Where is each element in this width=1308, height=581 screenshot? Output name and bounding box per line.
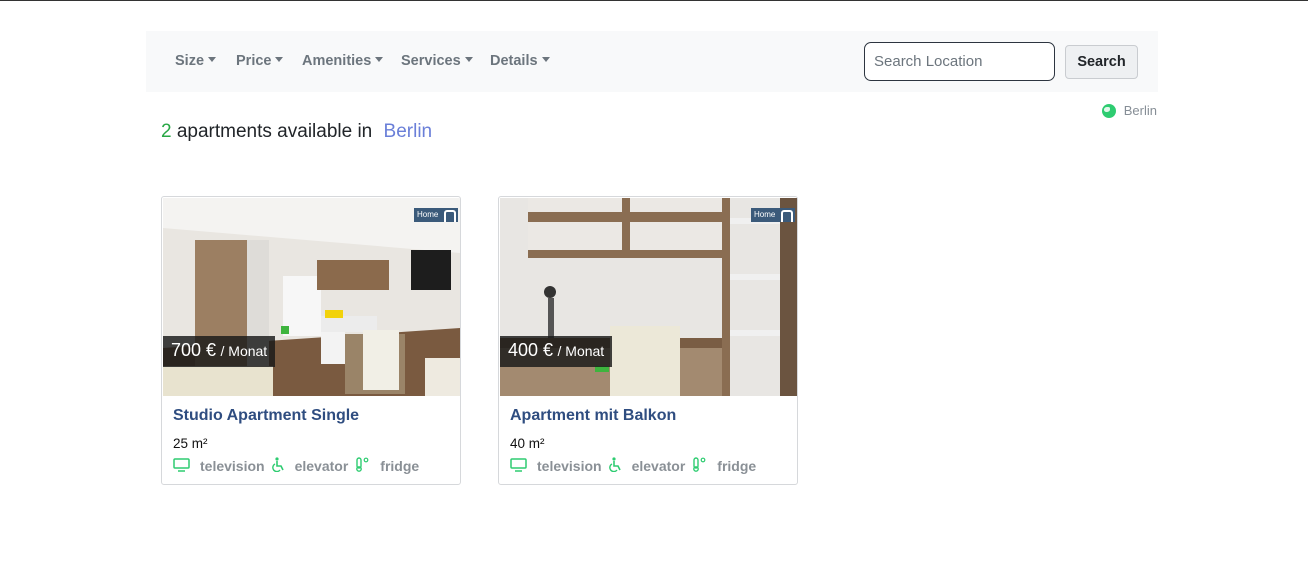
amenity-label: television [200, 458, 265, 474]
results-count: 2 [161, 121, 172, 142]
city-link[interactable]: Berlin [384, 121, 433, 142]
brand-logo: Home [751, 208, 795, 222]
amenity-label: fridge [380, 458, 420, 474]
price-amount: 700 € [171, 340, 217, 360]
caret-down-icon [275, 57, 284, 62]
nav-dropdown-amenities[interactable]: Amenities [302, 53, 384, 69]
price-amount: 400 € [508, 340, 554, 360]
amenity-label: elevator [294, 458, 349, 474]
nav-label: Details [490, 53, 538, 69]
listing-size: 40 m² [510, 436, 545, 451]
globe-icon [1101, 103, 1116, 118]
listing-size: 25 m² [173, 436, 208, 451]
caret-down-icon [541, 57, 550, 62]
nav-dropdown-services[interactable]: Services [401, 53, 473, 69]
nav-dropdown-details[interactable]: Details [490, 53, 550, 69]
listing-card[interactable]: Home 700 € / Monat Studio Apartment Sing… [161, 196, 461, 485]
nav-label: Size [175, 53, 205, 69]
amenity-label: elevator [631, 458, 686, 474]
price-period: / Monat [557, 343, 605, 359]
filter-navbar: Size Price Amenities Services Details Se… [146, 31, 1158, 92]
nav-dropdown-price[interactable]: Price [236, 53, 284, 69]
nav-label: Services [401, 53, 461, 69]
television-icon [173, 457, 190, 475]
nav-label: Amenities [302, 53, 372, 69]
fridge-icon [354, 457, 370, 475]
listing-card[interactable]: Home 400 € / Monat Apartment mit Balkon … [498, 196, 798, 485]
nav-dropdown-size[interactable]: Size [175, 53, 217, 69]
caret-down-icon [375, 57, 384, 62]
results-heading: 2 apartments available in Berlin [161, 121, 432, 143]
fridge-icon [691, 457, 707, 475]
price-tag: 400 € / Monat [500, 336, 613, 367]
listing-title[interactable]: Apartment mit Balkon [510, 407, 676, 425]
results-text: apartments available in [176, 121, 373, 142]
elevator-icon [608, 457, 622, 475]
amenity-label: television [537, 458, 602, 474]
elevator-icon [271, 457, 285, 475]
search-location-input[interactable] [864, 42, 1055, 81]
top-border [0, 0, 1308, 1]
caret-down-icon [208, 57, 217, 62]
current-location: Berlin [1101, 103, 1157, 118]
price-tag: 700 € / Monat [163, 336, 276, 367]
nav-label: Price [236, 53, 272, 69]
amenity-label: fridge [717, 458, 757, 474]
location-text: Berlin [1123, 103, 1157, 118]
listing-title[interactable]: Studio Apartment Single [173, 407, 359, 425]
television-icon [510, 457, 527, 475]
price-period: / Monat [220, 343, 268, 359]
caret-down-icon [464, 57, 473, 62]
brand-logo: Home [414, 208, 458, 222]
amenity-list: television elevator fridge [173, 457, 425, 475]
amenity-list: television elevator fridge [510, 457, 762, 475]
search-button[interactable]: Search [1065, 45, 1138, 79]
